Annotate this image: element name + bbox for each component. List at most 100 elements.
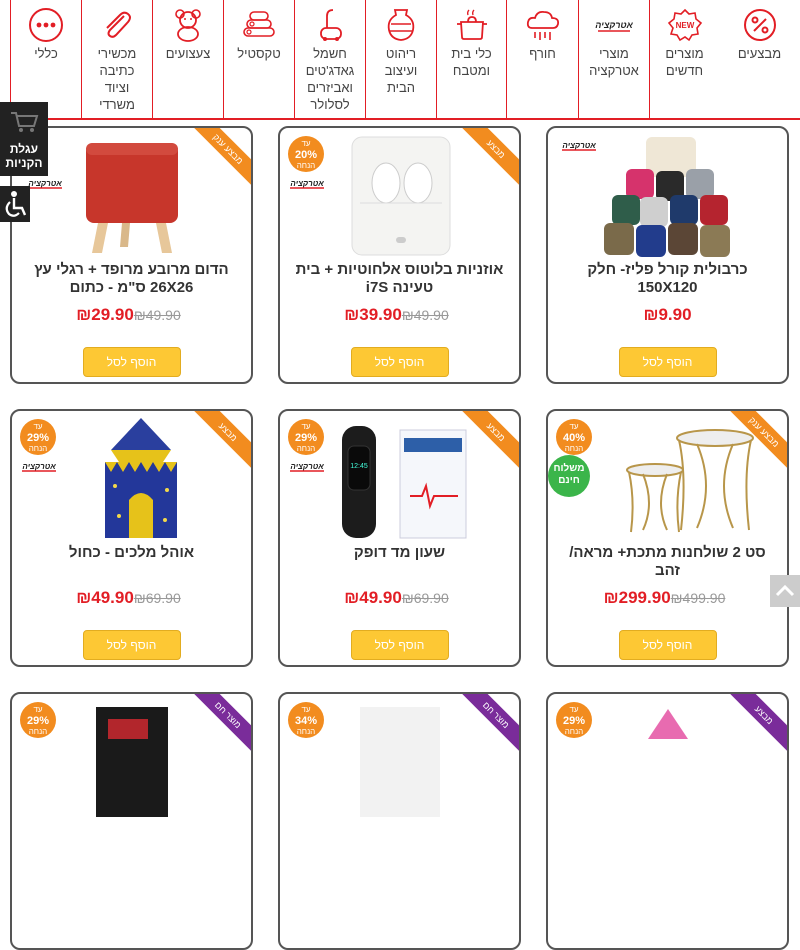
category-attraction[interactable]: אטרקציה מוצרי אטרקציה	[578, 0, 649, 118]
more-dots-icon	[29, 8, 63, 42]
brand-logo: אטרקציה	[28, 179, 62, 189]
cooking-pot-icon	[456, 9, 487, 40]
vase-icon	[387, 9, 415, 41]
category-label: חורף	[529, 46, 556, 61]
free-shipping-badge: משלוח חינם	[548, 455, 590, 497]
add-to-cart-button[interactable]: הוסף לסל	[618, 630, 717, 660]
atraktzia-logo-icon: אטרקציה	[595, 20, 634, 32]
scroll-to-top-button[interactable]	[770, 575, 800, 607]
svg-text:אטרקציה: אטרקציה	[28, 179, 62, 188]
brand-logo: אטרקציה	[290, 462, 324, 472]
brand-logo: אטרקציה	[562, 141, 596, 151]
category-office[interactable]: מכשירי כתיבה וציוד משרדי	[81, 0, 152, 118]
discount-badge: עד 20% הנחה	[288, 136, 324, 172]
svg-text:אטרקציה: אטרקציה	[22, 462, 56, 471]
product-old-price: ₪69.90	[401, 590, 449, 606]
product-price: ₪299.90	[603, 588, 671, 607]
product-card[interactable]: מבצע עד 20% הנחה אטרקציה אוזניות בלוטוס אל…	[278, 126, 521, 384]
category-nav: מבצעים NEW מוצרים חדשים אטרקציה מוצרי אט…	[0, 0, 800, 120]
product-prices: ₪39.90₪49.90	[280, 305, 519, 325]
discount-badge: עד 29% הנחה	[20, 702, 56, 738]
product-image	[603, 137, 730, 257]
svg-text:NEW: NEW	[675, 21, 694, 30]
product-image	[85, 143, 178, 253]
product-prices: ₪299.90₪499.90	[548, 588, 787, 608]
product-image: 12:45	[341, 426, 466, 539]
product-card[interactable]: מבצע עד 29% הנחה אטרקציה אוהל מלכים - כחול…	[10, 409, 253, 667]
product-name[interactable]: הדום מרובע מרופד + רגלי עץ 26X26 ס"מ - כ…	[20, 261, 243, 297]
product-name[interactable]: אוהל מלכים - כחול	[20, 544, 243, 562]
product-name[interactable]: אוזניות בלוטוס אלחוטיות + בית טעינה i7S	[288, 261, 511, 297]
product-price: ₪49.90	[76, 588, 134, 607]
svg-text:12:45: 12:45	[350, 463, 368, 470]
product-prices: ₪49.90₪69.90	[12, 588, 251, 608]
product-name[interactable]: סט 2 שולחנות מתכת+ מראה/ זהב	[556, 544, 779, 580]
vacuum-cleaner-icon	[320, 9, 342, 41]
product-image	[105, 418, 178, 538]
chevron-up-icon	[775, 584, 795, 597]
product-image	[95, 707, 168, 817]
shopping-cart-widget[interactable]: עגלת הקניות	[0, 102, 48, 176]
product-price: ₪9.90	[643, 305, 692, 324]
category-label: כלי בית ומטבח	[451, 46, 492, 78]
product-card[interactable]: מבצע עד 29% הנחה אטרקציה 12:45 שעון מד דופ…	[278, 409, 521, 667]
discount-badge: עד 29% הנחה	[20, 419, 56, 455]
teddy-bear-icon	[175, 9, 201, 42]
discount-badge: עד 29% הנחה	[288, 419, 324, 455]
add-to-cart-button[interactable]: הוסף לסל	[350, 347, 449, 377]
product-image	[647, 709, 688, 739]
product-old-price: ₪499.90	[670, 590, 726, 606]
category-furniture[interactable]: ריהוט ועיצוב הבית	[365, 0, 436, 118]
category-new-products[interactable]: NEW מוצרים חדשים	[649, 0, 719, 118]
product-old-price: ₪49.90	[401, 307, 449, 323]
category-kitchen[interactable]: כלי בית ומטבח	[436, 0, 506, 118]
shopping-cart-label: עגלת הקניות	[5, 142, 43, 170]
add-to-cart-button[interactable]: הוסף לסל	[350, 630, 449, 660]
product-card[interactable]: מבצע ענק עד 40% הנחה משלוח חינם סט 2 שולחנ…	[546, 409, 789, 667]
product-name[interactable]: כרבולית קורל פליז- חלק 150X120	[556, 261, 779, 297]
category-electronics[interactable]: חשמל גאדג'טים ואביזרים לסלולר	[294, 0, 365, 118]
svg-text:אטרקציה: אטרקציה	[562, 141, 596, 150]
product-card[interactable]: מוצר חם עד 34% הנחה	[278, 692, 521, 950]
discount-badge: עד 29% הנחה	[556, 702, 592, 738]
product-price: ₪39.90	[344, 305, 402, 324]
discount-badge: עד 40% הנחה	[556, 419, 592, 455]
accessibility-button[interactable]	[0, 186, 30, 222]
add-to-cart-button[interactable]: הוסף לסל	[618, 347, 717, 377]
wheelchair-icon	[5, 191, 27, 217]
category-toys[interactable]: צעצועים	[152, 0, 223, 118]
category-label: מכשירי כתיבה וציוד משרדי	[97, 46, 137, 112]
product-price: ₪29.90	[76, 305, 134, 324]
product-card[interactable]: מוצר חם עד 29% הנחה	[10, 692, 253, 950]
category-textile[interactable]: טקסטיל	[223, 0, 294, 118]
product-price: ₪49.90	[344, 588, 402, 607]
paperclip-icon	[106, 11, 131, 38]
category-general[interactable]: כללי	[10, 0, 81, 118]
category-winter[interactable]: חורף	[506, 0, 578, 118]
winter-cloud-icon	[526, 10, 559, 40]
product-image	[359, 707, 440, 817]
product-image	[625, 429, 754, 533]
shopping-cart-icon	[11, 112, 39, 132]
product-card[interactable]: מבצע עד 29% הנחה	[546, 692, 789, 950]
product-prices: ₪49.90₪69.90	[280, 588, 519, 608]
product-prices: ₪29.90₪49.90	[12, 305, 251, 325]
towels-icon	[243, 11, 275, 37]
category-label: כללי	[34, 46, 58, 61]
svg-text:אטרקציה: אטרקציה	[595, 20, 633, 30]
category-label: מוצרים חדשים	[665, 46, 704, 78]
product-card[interactable]: אטרקציה כרבולית קורל פליז- חלק 150X120 ₪…	[546, 126, 789, 384]
category-label: חשמל גאדג'טים ואביזרים לסלולר	[305, 46, 355, 112]
product-old-price: ₪49.90	[133, 307, 181, 323]
product-image	[351, 136, 450, 256]
product-name[interactable]: שעון מד דופק	[288, 544, 511, 562]
brand-logo: אטרקציה	[290, 179, 324, 189]
add-to-cart-button[interactable]: הוסף לסל	[82, 347, 181, 377]
category-label: טקסטיל	[237, 46, 281, 61]
category-sales[interactable]: מבצעים	[719, 0, 800, 118]
brand-logo: אטרקציה	[22, 462, 56, 472]
new-badge-icon: NEW	[667, 8, 702, 42]
add-to-cart-button[interactable]: הוסף לסל	[82, 630, 181, 660]
category-label: ריהוט ועיצוב הבית	[384, 46, 418, 95]
category-label: מוצרי אטרקציה	[589, 46, 639, 78]
